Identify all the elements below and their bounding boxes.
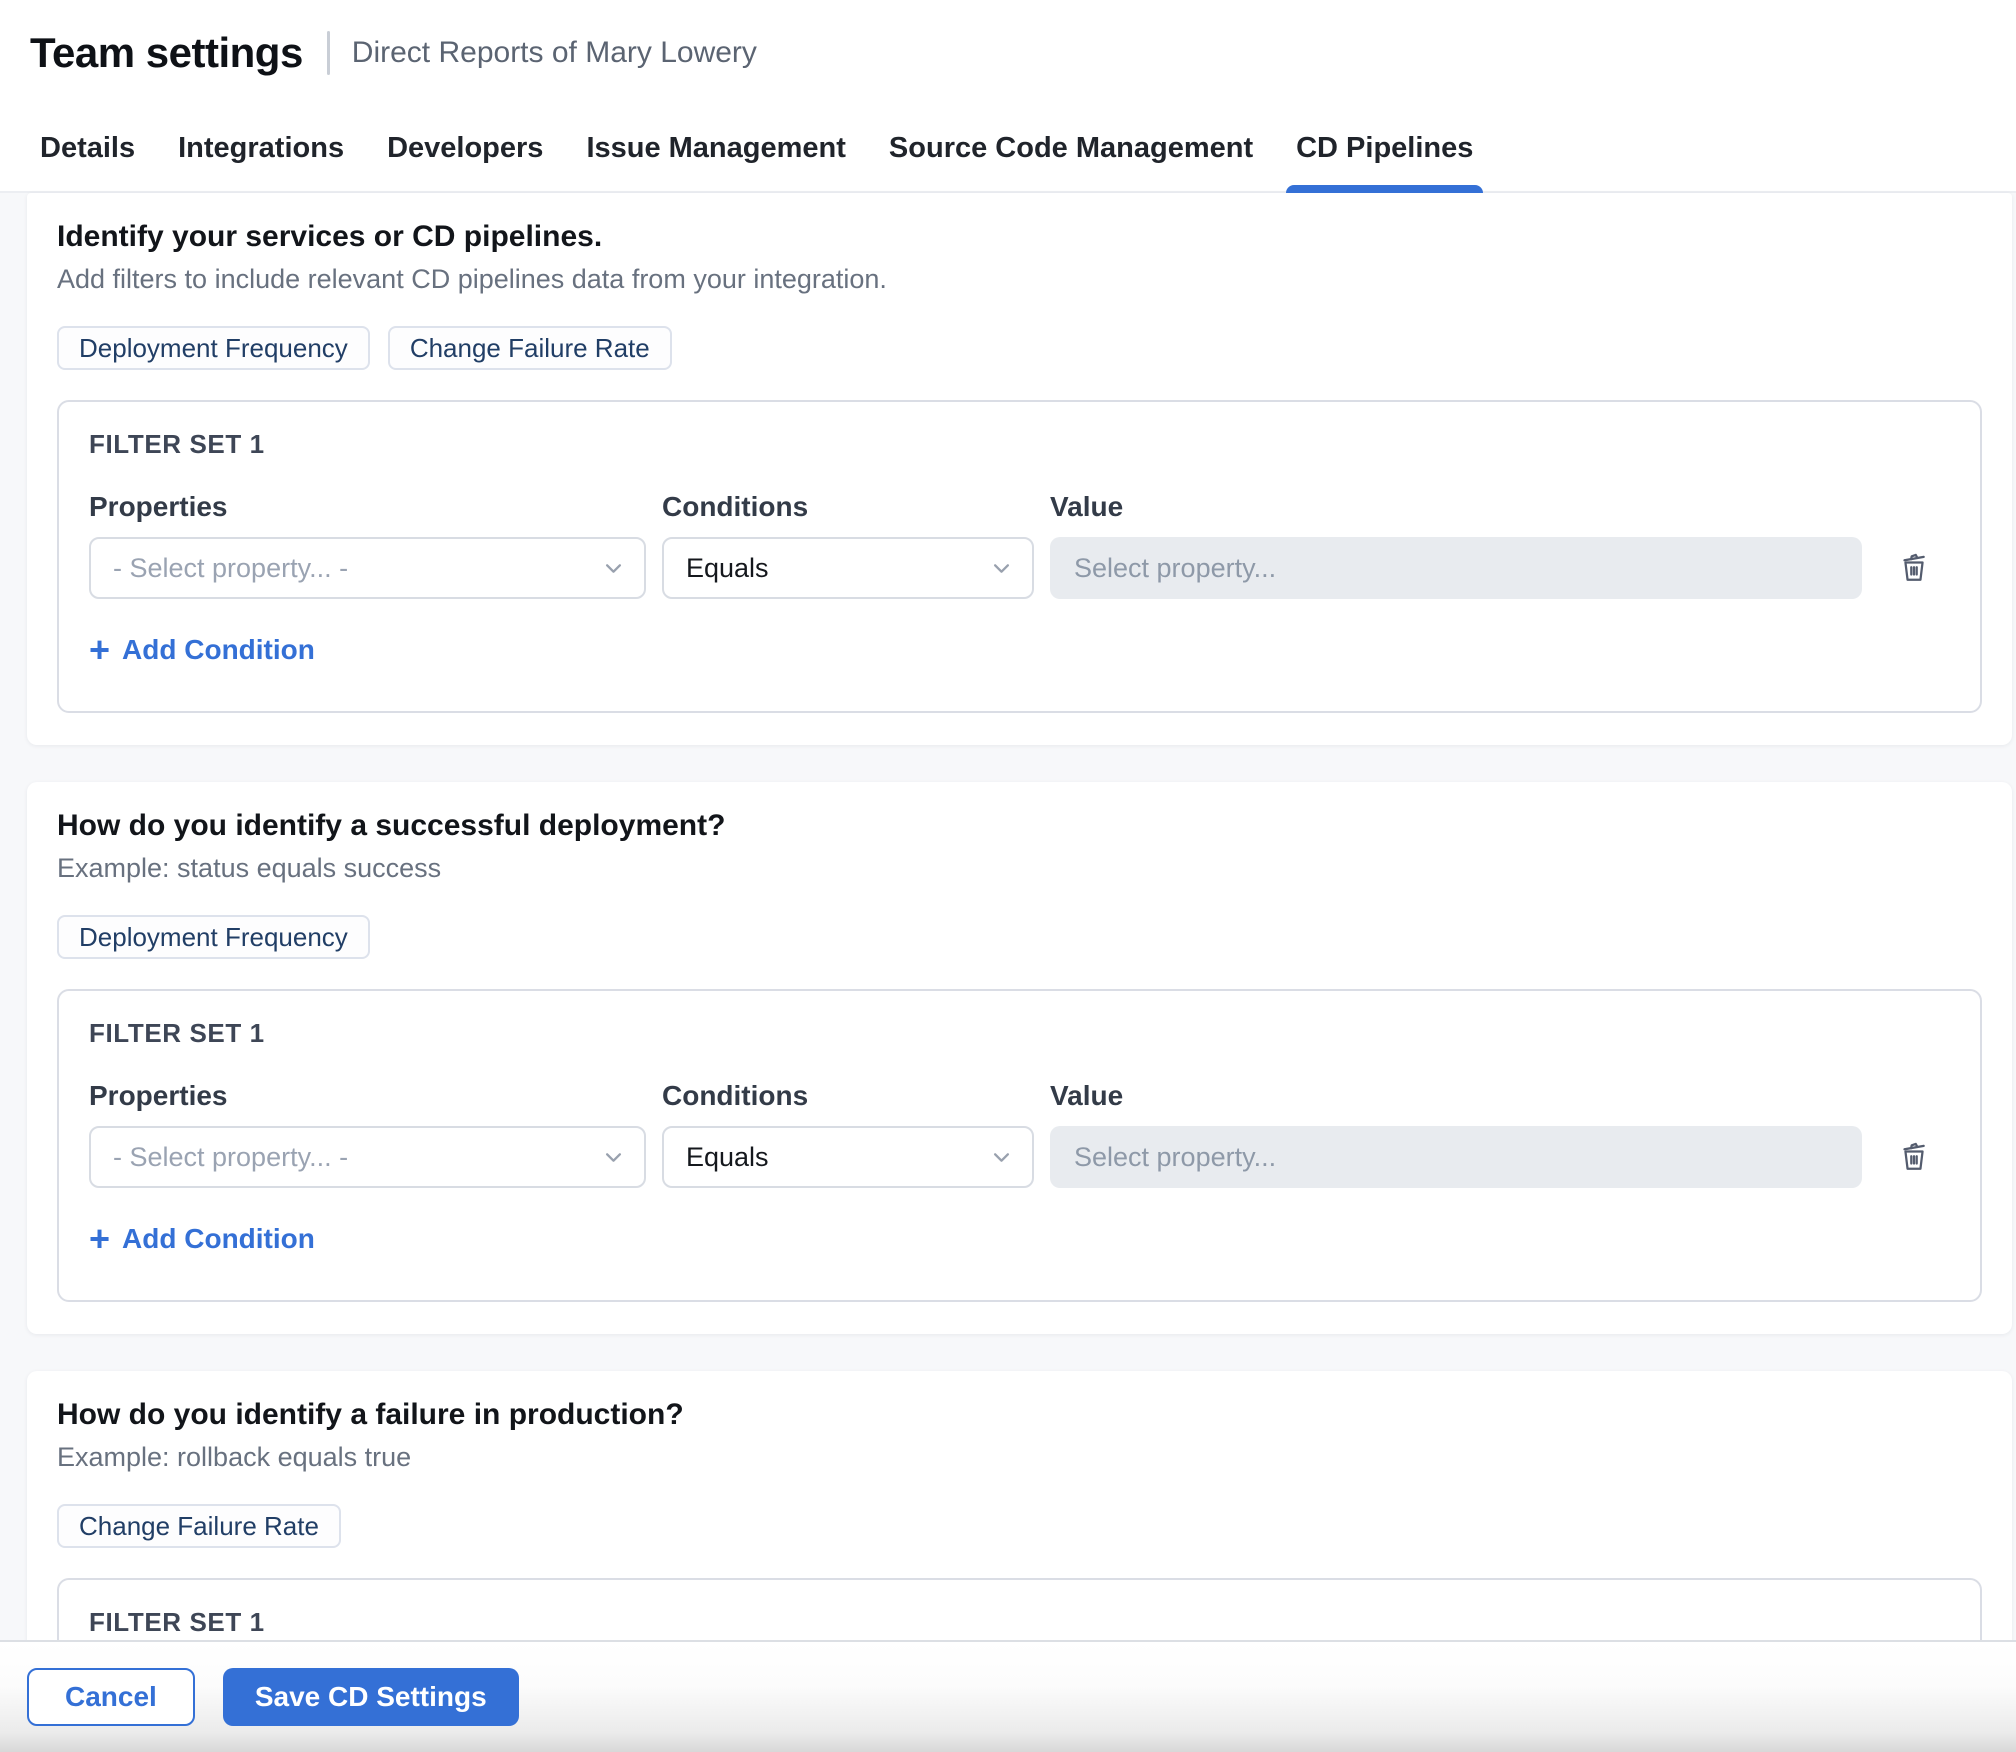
page-header: Team settings Direct Reports of Mary Low… xyxy=(0,0,2016,106)
chevron-down-icon xyxy=(605,1152,622,1163)
section-heading: How do you identify a successful deploym… xyxy=(57,808,1982,844)
tab-source-code-management[interactable]: Source Code Management xyxy=(889,106,1253,191)
section-description: Example: rollback equals true xyxy=(57,1441,1982,1474)
value-label: Value xyxy=(1050,490,1950,523)
chip-change-failure-rate[interactable]: Change Failure Rate xyxy=(57,1504,341,1548)
filter-set-title: FILTER SET 1 xyxy=(89,1606,1950,1638)
tab-issue-management[interactable]: Issue Management xyxy=(586,106,845,191)
page-subtitle: Direct Reports of Mary Lowery xyxy=(352,36,757,70)
metric-chips: Deployment Frequency Change Failure Rate xyxy=(57,326,1982,370)
condition-select[interactable]: Equals xyxy=(662,537,1034,599)
cancel-button[interactable]: Cancel xyxy=(27,1668,195,1726)
filter-set-card: FILTER SET 1 Properties Conditions Value… xyxy=(57,989,1982,1302)
cd-pipelines-panel: Identify your services or CD pipelines. … xyxy=(0,193,2016,1752)
tab-cd-pipelines[interactable]: CD Pipelines xyxy=(1296,106,1473,191)
section-successful-deployment: How do you identify a successful deploym… xyxy=(27,782,2012,1334)
chevron-down-icon xyxy=(993,563,1010,574)
chip-deployment-frequency[interactable]: Deployment Frequency xyxy=(57,915,370,959)
filter-set-card: FILTER SET 1 Properties Conditions Value… xyxy=(57,400,1982,713)
property-select[interactable]: - Select property... - xyxy=(89,1126,646,1188)
property-select-value: - Select property... - xyxy=(113,1142,348,1173)
title-divider xyxy=(327,31,330,75)
chevron-down-icon xyxy=(993,1152,1010,1163)
value-input[interactable] xyxy=(1050,537,1862,599)
properties-label: Properties xyxy=(89,1079,646,1112)
add-condition-label: Add Condition xyxy=(122,1222,315,1256)
team-settings-page: Team settings Direct Reports of Mary Low… xyxy=(0,0,2016,1752)
delete-condition-button[interactable] xyxy=(1878,537,1950,599)
condition-select-value: Equals xyxy=(686,553,769,584)
property-select[interactable]: - Select property... - xyxy=(89,537,646,599)
condition-select-value: Equals xyxy=(686,1142,769,1173)
condition-select[interactable]: Equals xyxy=(662,1126,1034,1188)
trash-icon xyxy=(1896,549,1932,588)
chip-change-failure-rate[interactable]: Change Failure Rate xyxy=(388,326,672,370)
trash-icon xyxy=(1896,1138,1932,1177)
filter-condition-row: - Select property... - Equals xyxy=(89,537,1950,599)
tab-developers[interactable]: Developers xyxy=(387,106,543,191)
conditions-label: Conditions xyxy=(662,490,1034,523)
filter-set-title: FILTER SET 1 xyxy=(89,1017,1950,1049)
section-description: Example: status equals success xyxy=(57,852,1982,885)
plus-icon: + xyxy=(89,1224,110,1254)
chevron-down-icon xyxy=(605,563,622,574)
properties-label: Properties xyxy=(89,490,646,523)
chip-deployment-frequency[interactable]: Deployment Frequency xyxy=(57,326,370,370)
filter-condition-row: - Select property... - Equals xyxy=(89,1126,1950,1188)
filter-set-title: FILTER SET 1 xyxy=(89,428,1950,460)
action-footer: Cancel Save CD Settings xyxy=(0,1640,2016,1752)
add-condition-button[interactable]: + Add Condition xyxy=(89,1222,315,1256)
value-input[interactable] xyxy=(1050,1126,1862,1188)
add-condition-button[interactable]: + Add Condition xyxy=(89,633,315,667)
value-label: Value xyxy=(1050,1079,1950,1112)
section-identify-pipelines: Identify your services or CD pipelines. … xyxy=(27,193,2012,745)
section-heading: Identify your services or CD pipelines. xyxy=(57,219,1982,255)
conditions-label: Conditions xyxy=(662,1079,1034,1112)
plus-icon: + xyxy=(89,635,110,665)
property-select-value: - Select property... - xyxy=(113,553,348,584)
section-heading: How do you identify a failure in product… xyxy=(57,1397,1982,1433)
delete-condition-button[interactable] xyxy=(1878,1126,1950,1188)
page-title: Team settings xyxy=(30,29,303,77)
add-condition-label: Add Condition xyxy=(122,633,315,667)
tab-details[interactable]: Details xyxy=(40,106,135,191)
tab-bar: Details Integrations Developers Issue Ma… xyxy=(0,106,2016,193)
metric-chips: Deployment Frequency xyxy=(57,915,1982,959)
tab-integrations[interactable]: Integrations xyxy=(178,106,344,191)
metric-chips: Change Failure Rate xyxy=(57,1504,1982,1548)
section-description: Add filters to include relevant CD pipel… xyxy=(57,263,1982,296)
save-cd-settings-button[interactable]: Save CD Settings xyxy=(223,1668,519,1726)
